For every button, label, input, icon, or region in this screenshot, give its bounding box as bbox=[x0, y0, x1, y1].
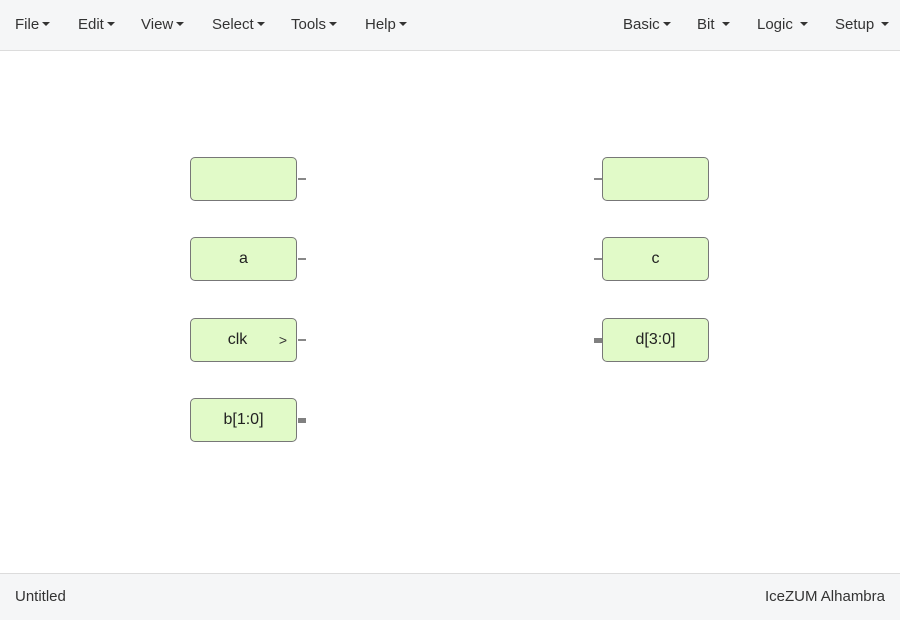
input-port-bus[interactable] bbox=[594, 338, 602, 343]
caret-down-icon bbox=[42, 22, 51, 27]
menu-help[interactable]: Help bbox=[365, 0, 407, 50]
menu-logic[interactable]: Logic bbox=[757, 0, 809, 50]
output-port[interactable] bbox=[298, 178, 306, 180]
menu-bit-label: Bit bbox=[697, 16, 715, 33]
output-block[interactable] bbox=[602, 157, 709, 201]
menu-view[interactable]: View bbox=[141, 0, 185, 50]
menu-tools-label: Tools bbox=[291, 16, 327, 33]
caret-down-icon bbox=[329, 22, 338, 27]
menu-edit-label: Edit bbox=[78, 16, 104, 33]
block-label: clk bbox=[227, 331, 248, 348]
design-canvas[interactable]: a clk > b[1:0] c d[3:0] bbox=[0, 51, 900, 573]
output-block-c[interactable]: c bbox=[602, 237, 709, 281]
input-block-a[interactable]: a bbox=[190, 237, 297, 281]
menu-setup[interactable]: Setup bbox=[835, 0, 890, 50]
input-block-b[interactable]: b[1:0] bbox=[190, 398, 297, 442]
output-port-bus[interactable] bbox=[298, 418, 306, 423]
menu-bar: File Edit View Select Tools Help Basic B… bbox=[0, 0, 900, 51]
menu-file[interactable]: File bbox=[15, 0, 51, 50]
caret-down-icon bbox=[176, 22, 185, 27]
menu-file-label: File bbox=[15, 16, 40, 33]
board-name[interactable]: IceZUM Alhambra bbox=[765, 574, 885, 620]
input-block[interactable] bbox=[190, 157, 297, 201]
input-port[interactable] bbox=[594, 258, 602, 260]
menu-basic[interactable]: Basic bbox=[623, 0, 671, 50]
caret-down-icon bbox=[256, 22, 265, 27]
block-label: c bbox=[651, 250, 660, 267]
output-port[interactable] bbox=[298, 258, 306, 260]
menu-select-label: Select bbox=[212, 16, 254, 33]
block-label: d[3:0] bbox=[635, 331, 676, 348]
project-name: Untitled bbox=[15, 588, 66, 605]
menu-basic-label: Basic bbox=[623, 16, 660, 33]
caret-down-icon bbox=[662, 22, 671, 27]
menu-tools[interactable]: Tools bbox=[291, 0, 338, 50]
output-block-d[interactable]: d[3:0] bbox=[602, 318, 709, 362]
input-port[interactable] bbox=[594, 178, 602, 180]
block-label: a bbox=[239, 250, 248, 267]
caret-down-icon bbox=[721, 22, 730, 27]
menu-view-label: View bbox=[141, 16, 174, 33]
caret-down-icon bbox=[881, 22, 890, 27]
status-bar: Untitled IceZUM Alhambra bbox=[0, 573, 900, 620]
menu-setup-label: Setup bbox=[835, 16, 875, 33]
output-port[interactable] bbox=[298, 339, 306, 341]
menu-select[interactable]: Select bbox=[212, 0, 265, 50]
menu-help-label: Help bbox=[365, 16, 396, 33]
menu-bit[interactable]: Bit bbox=[697, 0, 730, 50]
menu-logic-label: Logic bbox=[757, 16, 793, 33]
menu-edit[interactable]: Edit bbox=[78, 0, 115, 50]
caret-down-icon bbox=[800, 22, 809, 27]
input-block-clk[interactable]: clk > bbox=[190, 318, 297, 362]
caret-down-icon bbox=[106, 22, 115, 27]
caret-down-icon bbox=[398, 22, 407, 27]
block-label: b[1:0] bbox=[223, 411, 264, 428]
clock-icon: > bbox=[278, 332, 287, 348]
